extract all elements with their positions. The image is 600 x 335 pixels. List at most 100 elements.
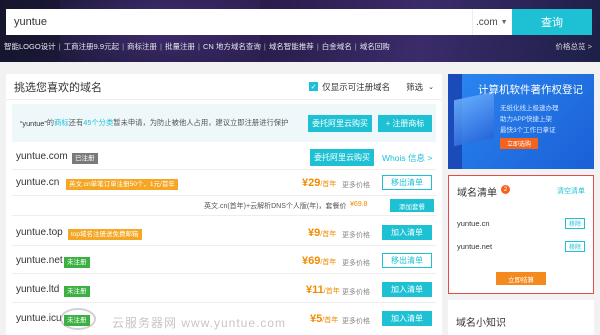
domain-row-top: yuntue.top top域名注册送免费邮箱 ¥9/首年 更多价格 加入清单 (12, 220, 436, 246)
price-value: ¥9 (308, 227, 321, 239)
only-registrable-label: 仅显示可注册域名 (322, 81, 391, 92)
remove-from-list-button[interactable]: 移出清单 (382, 175, 432, 190)
plus-icon: + (385, 119, 391, 128)
price-value: ¥29 (302, 177, 321, 189)
nav-item-platinum[interactable]: 白金域名 (322, 41, 352, 52)
price-value: ¥69 (302, 255, 321, 267)
nav-item-logo-design[interactable]: 智能LOGO设计 (4, 41, 56, 52)
cube-illustration-icon (454, 91, 494, 147)
cart-remove-button[interactable]: 移除 (565, 218, 585, 229)
price-unit: /首年 (320, 181, 337, 188)
suffix-select[interactable]: .com ▼ (472, 9, 512, 35)
price: ¥11/首年 (306, 284, 340, 296)
domain-row-cn: yuntue.cn 英文.cn单笔订单注册50个，1元/首年 ¥29/首年 更多… (12, 170, 436, 196)
more-prices-link[interactable]: 更多价格 (342, 316, 370, 326)
add-bundle-button[interactable]: 添加套餐 (390, 199, 434, 212)
domain-row-com: yuntue.com 已注册 委托阿里云购买 Whois 信息 > (12, 144, 436, 170)
chevron-down-icon: ⌄ (428, 83, 434, 91)
bundle-text: 英文.cn(首年)+云解析DNS个人版(年)，套餐价 (204, 203, 347, 210)
price: ¥5/首年 (310, 313, 338, 325)
domain-name: yuntue.net (16, 255, 63, 266)
watermark: 云服务器网 www.yuntue.com (112, 316, 287, 330)
more-prices-link[interactable]: 更多价格 (342, 230, 370, 240)
only-registrable-toggle[interactable]: ✓ 仅显示可注册域名 (309, 81, 390, 93)
knowledge-title: 域名小知识 (456, 318, 506, 329)
cart-count-badge: 2 (501, 185, 510, 194)
domain-name: yuntue.com (16, 151, 68, 162)
domain-name: yuntue.cn (16, 177, 60, 188)
filter-label: 筛选 (406, 81, 424, 92)
bundle-row: 英文.cn(首年)+云解析DNS个人版(年)，套餐价 ¥69.8 添加套餐 (12, 196, 436, 216)
card-title: 挑选您喜欢的域名 (14, 81, 102, 94)
trust-buy-button[interactable]: 委托阿里云购买 (308, 115, 372, 132)
add-to-list-button[interactable]: 加入清单 (382, 311, 432, 326)
price-value: ¥11 (306, 284, 324, 296)
card-header: 挑选您喜欢的域名 ✓ 仅显示可注册域名 筛选 ⌄ (6, 74, 442, 100)
status-badge: 未注册 (64, 286, 90, 297)
nav-item-cn-local[interactable]: CN 地方域名查询 (203, 41, 261, 52)
whois-link[interactable]: Whois 信息 > (382, 152, 432, 164)
notice-text-2: 还有 (68, 118, 84, 127)
register-trademark-label: 注册商标 (392, 119, 425, 128)
price-value: ¥5 (310, 313, 323, 325)
cart-title: 域名清单 (457, 188, 497, 199)
check-icon[interactable]: ✓ (309, 82, 319, 91)
price-unit: /首年 (322, 317, 339, 324)
ad-title: 计算机软件著作权登记 (478, 84, 583, 96)
top-nav: 智能LOGO设计 | 工商注册9.9元起 | 商标注册 | 批量注册 | CN 地方域名… (4, 41, 390, 52)
notice-category-link[interactable]: 45个分类 (83, 118, 113, 128)
add-to-list-button[interactable]: 加入清单 (382, 282, 432, 297)
domain-name: yuntue.top (16, 227, 63, 238)
trademark-notice: “yuntue” 的 商标 还有 45个分类 暂未申请，为防止被他人占用，建议立… (12, 104, 436, 142)
promo-badge: 英文.cn单笔订单注册50个，1元/首年 (66, 179, 178, 190)
domain-row-ltd: yuntue.ltd 未注册 ¥11/首年 更多价格 加入清单 (12, 277, 436, 303)
bundle-price: ¥69.8 (350, 201, 368, 208)
ad-buy-button[interactable]: 立即选购 (500, 138, 538, 149)
price: ¥29/首年 (302, 177, 336, 189)
ad-line-1: 无纸化线上极速办理 (500, 105, 559, 112)
nav-item-recommend[interactable]: 域名智能推荐 (269, 41, 314, 52)
cart-item: yuntue.cn (457, 219, 490, 228)
more-prices-link[interactable]: 更多价格 (342, 180, 370, 190)
hero-banner: yuntue .com ▼ 查询 智能LOGO设计 | 工商注册9.9元起 | 商标… (0, 0, 600, 62)
search-button[interactable]: 查询 (512, 9, 592, 35)
domain-results-card: 挑选您喜欢的域名 ✓ 仅显示可注册域名 筛选 ⌄ “yuntue” 的 商标 还… (6, 74, 442, 335)
price-unit: /首年 (320, 259, 337, 266)
suffix-value: .com (476, 16, 498, 28)
notice-text-3: 暂未申请，为防止被他人占用，建议立即注册进行保护 (113, 118, 289, 127)
domain-knowledge-panel: 域名小知识 (448, 300, 594, 335)
nav-item-buyback[interactable]: 域名回购 (360, 41, 390, 52)
cart-remove-button[interactable]: 移除 (565, 241, 585, 252)
remove-from-list-button[interactable]: 移出清单 (382, 253, 432, 268)
more-prices-link[interactable]: 更多价格 (342, 287, 370, 297)
promo-badge: top域名注册送免费邮箱 (68, 229, 142, 240)
price: ¥9/首年 (308, 227, 336, 239)
nav-item-batch-reg[interactable]: 批量注册 (165, 41, 195, 52)
ad-line-2: 助力APP快捷上架 (500, 116, 553, 123)
clear-cart-link[interactable]: 清空清单 (557, 186, 585, 196)
notice-trademark-link[interactable]: 商标 (54, 118, 69, 128)
domain-name: yuntue.icu (16, 313, 62, 324)
domain-cart: 域名清单 2 清空清单 yuntue.cn 移除 yuntue.net 移除 立… (448, 175, 594, 294)
search-input[interactable]: yuntue (6, 9, 472, 35)
software-copyright-ad[interactable]: 计算机软件著作权登记 无纸化线上极速办理 助力APP快捷上架 最快3个工作日拿证… (448, 74, 594, 169)
filter-dropdown[interactable]: 筛选 ⌄ (406, 81, 434, 93)
status-badge: 已注册 (72, 153, 98, 164)
more-prices-link[interactable]: 更多价格 (342, 258, 370, 268)
price-overview-link[interactable]: 价格总览 > (556, 41, 592, 52)
price-unit: /首年 (320, 231, 337, 238)
domain-row-net: yuntue.net 未注册 ¥69/首年 更多价格 移出清单 (12, 248, 436, 274)
add-to-list-button[interactable]: 加入清单 (382, 225, 432, 240)
price-unit: /首年 (323, 288, 340, 295)
nav-item-business-reg[interactable]: 工商注册9.9元起 (64, 41, 119, 52)
notice-text-1: 的 (46, 118, 55, 127)
checkout-button[interactable]: 立即结算 (496, 272, 546, 285)
nav-item-trademark[interactable]: 商标注册 (127, 41, 157, 52)
ad-line-3: 最快3个工作日拿证 (500, 127, 556, 134)
chevron-down-icon: ▼ (500, 18, 508, 26)
trust-buy-button[interactable]: 委托阿里云购买 (310, 149, 374, 166)
notice-keyword: “yuntue” (20, 118, 47, 128)
search-input-value: yuntue (14, 16, 48, 28)
register-trademark-button[interactable]: + 注册商标 (378, 115, 432, 132)
price: ¥69/首年 (302, 255, 336, 267)
